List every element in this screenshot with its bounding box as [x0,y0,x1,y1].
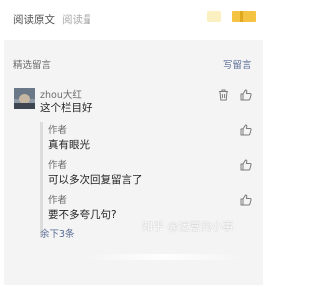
avatar-body [14,103,35,109]
top-bar: 阅读原文 阅读量 [0,0,267,38]
like-icon[interactable] [240,194,252,206]
swatch-notch [240,11,243,22]
reply-text: 要不多夸几句? [48,209,117,221]
watermark: 知乎 @运营的小事 [142,220,234,233]
theme-swatch-pale[interactable] [207,11,221,22]
trash-icon[interactable] [218,89,229,101]
comment-text: 这个栏目好 [40,102,93,114]
read-count-link[interactable]: 阅读量 [62,12,90,27]
write-comment-link[interactable]: 写留言 [223,57,252,71]
reply-author: 作者 [48,195,68,206]
comment-author: zhou大红 [40,90,82,101]
reply-author: 作者 [48,125,68,136]
more-replies-link[interactable]: 余下3条 [40,226,75,240]
read-original-link[interactable]: 阅读原文 [13,12,55,27]
comments-panel: 精选留言 写留言 zhou大红 这个栏目好 作者 真有眼光 作者 可以多次回复留… [4,40,263,285]
like-icon[interactable] [240,124,252,136]
reply-author: 作者 [48,160,68,171]
avatar[interactable] [14,88,35,109]
reply-thread-line [40,122,43,237]
like-icon[interactable] [240,159,252,171]
like-icon[interactable] [240,89,252,101]
featured-comments-heading: 精选留言 [13,60,52,71]
reply-text: 真有眼光 [48,139,90,151]
theme-swatch-gold[interactable] [232,11,256,22]
watermark-fade [84,254,244,260]
reply-text: 可以多次回复留言了 [48,174,143,186]
